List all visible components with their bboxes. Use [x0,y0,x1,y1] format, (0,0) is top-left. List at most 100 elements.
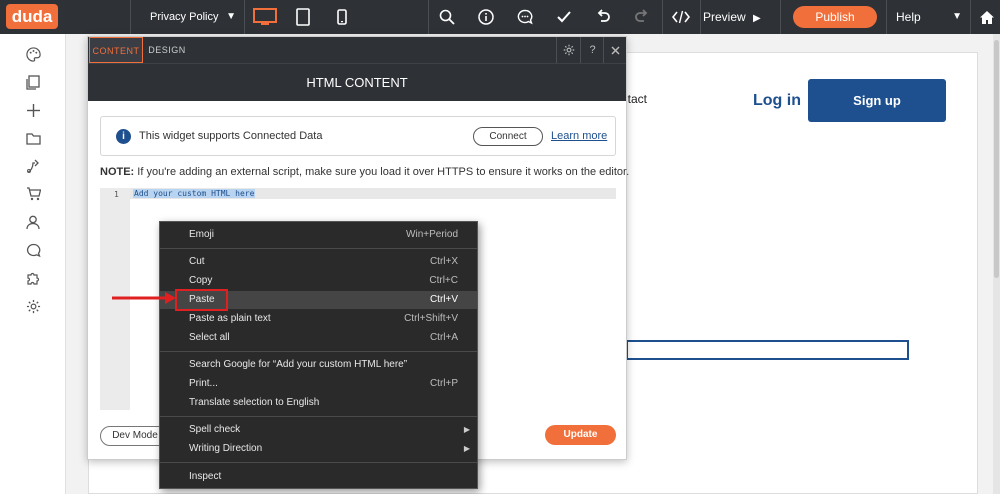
search-icon[interactable] [436,0,458,34]
https-note: NOTE: If you're adding an external scrip… [100,166,629,178]
update-button[interactable]: Update [545,425,616,445]
note-label: NOTE: [100,166,135,178]
divider [886,0,887,34]
settings-icon[interactable] [23,296,43,316]
menu-item-label: Emoji [189,229,215,240]
mobile-icon[interactable] [330,0,354,34]
code-icon[interactable] [670,0,692,34]
divider [780,0,781,34]
menu-item-label: Writing Direction [189,443,263,454]
divider [970,0,971,34]
panel-tab-bar: CONTENT DESIGN ? [88,37,626,63]
menu-item-shortcut: Ctrl+X [429,256,458,267]
menu-item-shortcut: Ctrl+V [429,294,458,305]
pages-icon[interactable] [23,72,43,92]
highlight-box-annotation [175,289,228,311]
menu-item-shortcut: Ctrl+C [429,275,458,286]
connected-data-text: This widget supports Connected Data [139,130,323,142]
menu-separator [160,351,477,352]
page-selector-label: Privacy Policy [150,11,219,23]
menu-item-shortcut: Ctrl+Shift+V [404,313,458,324]
preview-label: Preview [703,10,746,24]
close-icon[interactable] [603,37,627,63]
menu-item-cut[interactable]: Cut Ctrl+X [160,253,477,271]
menu-item-emoji[interactable]: Emoji Win+Period [160,226,477,244]
divider [244,0,245,34]
submenu-arrow-icon: ▶ [463,425,470,434]
menu-item-shortcut: Ctrl+A [429,332,458,343]
redo-icon[interactable] [631,0,653,34]
menu-item-inspect[interactable]: Inspect [160,468,477,486]
undo-icon[interactable] [592,0,614,34]
tab-design[interactable]: DESIGN [145,37,189,63]
info-icon[interactable] [475,0,497,34]
menu-item-search-google[interactable]: Search Google for “Add your custom HTML … [160,356,477,374]
context-menu: Emoji Win+Period Cut Ctrl+X Copy Ctrl+C … [159,221,478,489]
info-icon: i [116,129,131,144]
check-icon[interactable] [553,0,575,34]
learn-more-link[interactable]: Learn more [551,130,607,142]
menu-item-spell-check[interactable]: Spell check ▶ [160,421,477,439]
top-toolbar: duda Privacy Policy ▼ Preview ▶ Publish [0,0,1000,34]
menu-item-label: Print... [189,378,218,389]
settings-icon[interactable] [556,37,580,63]
cart-icon[interactable] [23,184,43,204]
menu-item-shortcut: Win+Period [406,229,458,240]
line-number: 1 [114,190,119,199]
puzzle-icon[interactable] [23,268,43,288]
chat-icon[interactable] [23,240,43,260]
publish-button[interactable]: Publish [793,6,877,28]
help-label: Help [896,10,921,24]
left-sidebar [0,34,66,494]
site-signup-button[interactable]: Sign up [808,79,946,122]
submenu-arrow-icon: ▶ [463,444,470,453]
page-selector[interactable]: Privacy Policy ▼ [140,0,244,34]
home-icon[interactable] [976,0,998,34]
chevron-down-icon: ▼ [226,11,236,22]
menu-item-label: Paste as plain text [189,313,271,324]
menu-separator [160,416,477,417]
tab-content[interactable]: CONTENT [89,37,143,63]
menu-item-print[interactable]: Print... Ctrl+P [160,375,477,393]
menu-item-select-all[interactable]: Select all Ctrl+A [160,329,477,347]
desktop-icon[interactable] [250,0,280,34]
menu-item-label: Select all [189,332,230,343]
menu-item-paste-plain[interactable]: Paste as plain text Ctrl+Shift+V [160,310,477,328]
help-button[interactable]: ? [580,37,604,63]
selected-widget-outline[interactable] [626,340,909,360]
red-arrow-icon [112,292,176,304]
tablet-icon[interactable] [290,0,316,34]
scrollbar-thumb[interactable] [994,40,999,278]
menu-item-label: Cut [189,256,205,267]
code-text-selected[interactable]: Add your custom HTML here [133,189,256,198]
menu-item-writing-direction[interactable]: Writing Direction ▶ [160,440,477,458]
user-icon[interactable] [23,212,43,232]
menu-item-translate[interactable]: Translate selection to English [160,394,477,412]
duda-logo[interactable]: duda [6,4,58,29]
chevron-down-icon: ▼ [952,11,962,22]
menu-separator [160,248,477,249]
connected-data-notice: i This widget supports Connected Data Co… [100,116,616,156]
help-menu[interactable]: Help ▼ [888,0,968,34]
menu-item-shortcut: Ctrl+P [429,378,458,389]
menu-item-label: Search Google for “Add your custom HTML … [189,359,408,370]
folder-icon[interactable] [23,128,43,148]
share-icon[interactable] [23,156,43,176]
menu-item-label: Spell check [189,424,241,435]
preview-button[interactable]: Preview ▶ [703,0,775,34]
play-icon: ▶ [753,13,761,24]
menu-item-label: Translate selection to English [189,397,320,408]
connect-button[interactable]: Connect [473,127,543,146]
menu-item-label: Copy [189,275,213,286]
comment-icon[interactable] [514,0,536,34]
divider [662,0,663,34]
add-icon[interactable] [23,100,43,120]
panel-title: HTML CONTENT [88,63,626,101]
menu-item-copy[interactable]: Copy Ctrl+C [160,272,477,290]
note-text: If you're adding an external script, mak… [134,166,630,178]
divider [700,0,701,34]
palette-icon[interactable] [23,44,43,64]
site-login-link[interactable]: Log in [753,92,801,110]
divider [428,0,429,34]
divider [130,0,131,34]
